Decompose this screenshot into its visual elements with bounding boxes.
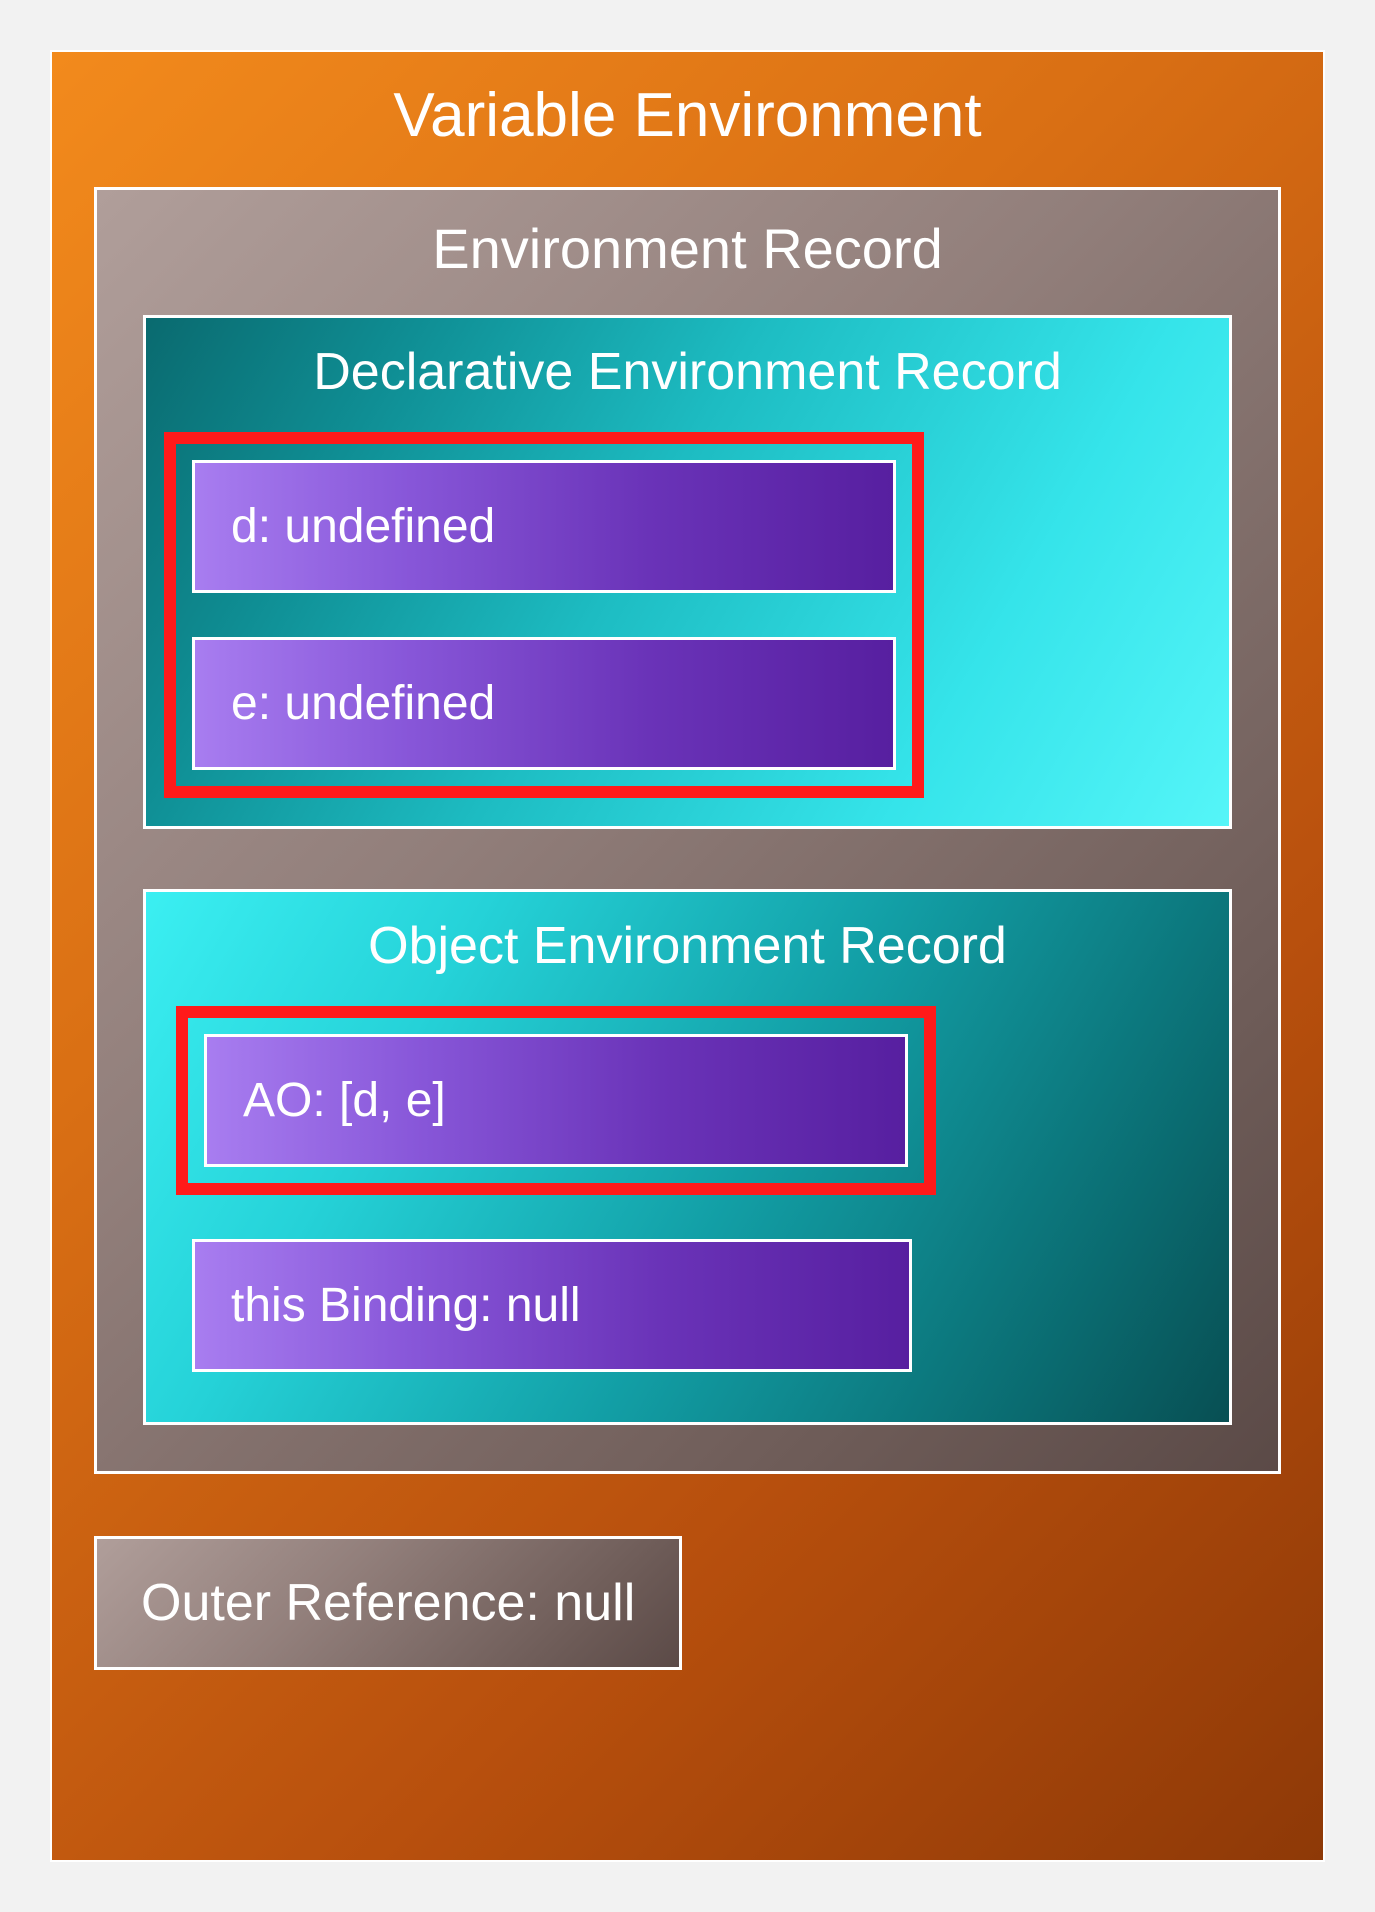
- outer-reference-box: Outer Reference: null: [94, 1536, 682, 1670]
- declarative-entry-e: e: undefined: [192, 637, 896, 770]
- variable-environment-box: Variable Environment Environment Record …: [50, 50, 1325, 1862]
- object-highlight: AO: [d, e]: [176, 1006, 936, 1195]
- environment-record-box: Environment Record Declarative Environme…: [94, 187, 1281, 1474]
- declarative-highlight: d: undefined e: undefined: [164, 432, 924, 798]
- declarative-entry-d: d: undefined: [192, 460, 896, 593]
- diagram-stage: Variable Environment Environment Record …: [0, 0, 1375, 1912]
- object-entry-ao: AO: [d, e]: [204, 1034, 908, 1167]
- declarative-environment-record-box: Declarative Environment Record d: undefi…: [143, 315, 1232, 829]
- object-record-title: Object Environment Record: [196, 892, 1179, 1006]
- environment-record-title: Environment Record: [143, 190, 1232, 315]
- outer-reference-row: Outer Reference: null: [94, 1536, 1281, 1670]
- variable-environment-title: Variable Environment: [94, 52, 1281, 187]
- object-entry-this-binding: this Binding: null: [192, 1239, 912, 1372]
- object-environment-record-box: Object Environment Record AO: [d, e] thi…: [143, 889, 1232, 1425]
- declarative-record-title: Declarative Environment Record: [174, 318, 1201, 432]
